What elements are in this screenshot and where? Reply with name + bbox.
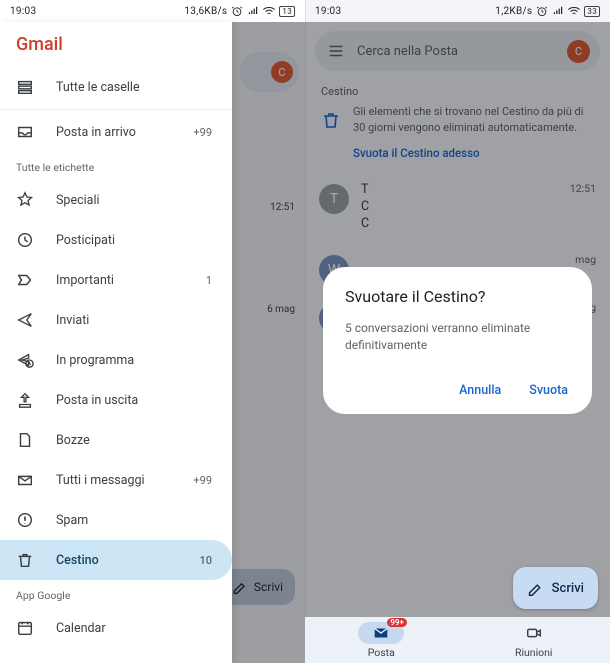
drawer-item-label: Posta in arrivo [56,125,171,140]
calendar-icon [16,619,34,637]
sent-icon [16,311,34,329]
status-net: 1,2KB/s [495,6,532,17]
wifi-icon [567,4,581,18]
bottom-nav: 99+ Posta Riunioni [305,617,610,663]
compose-button[interactable]: Scrivi [513,567,598,609]
drawer-item-count: 10 [199,554,216,567]
drawer-item-label: In programma [56,353,190,368]
star-icon [16,191,34,209]
drawer-item-label: Speciali [56,193,190,208]
stacked-icon [16,78,34,96]
drawer-section-apps: App Google [0,580,232,608]
nav-label: Posta [368,646,395,659]
nav-meet[interactable]: Riunioni [458,617,610,663]
status-bar: 19:03 1,2KB/s 33 [305,0,610,22]
left-scrim[interactable] [232,22,305,663]
divider [0,109,232,110]
status-battery: 33 [584,6,600,17]
drawer-item-count: +99 [193,126,216,139]
drawer-item-outbox[interactable]: Posta in uscita [0,380,232,420]
nav-label: Riunioni [515,646,553,659]
drawer-item-clock[interactable]: Posticipati [0,220,232,260]
drawer-calendar[interactable]: Calendar [0,608,232,648]
drawer-item-label: Spam [56,513,190,528]
drawer-item-label: Cestino [56,553,177,568]
outbox-icon [16,391,34,409]
nav-mail[interactable]: 99+ Posta [305,617,458,663]
drawer-item-label: Posta in uscita [56,393,190,408]
inbox-icon [16,123,34,141]
status-time: 19:03 [315,6,341,17]
dialog-body: 5 conversazioni verranno eliminate defin… [345,320,570,355]
alarm-icon [535,4,549,18]
drawer-item-label: Posticipati [56,233,190,248]
status-battery: 13 [279,6,295,17]
drawer-item-label: Bozze [56,433,190,448]
brand-logo: Gmail [0,22,232,67]
nav-drawer: Gmail Tutte le caselle Posta in arrivo +… [0,22,232,663]
confirm-dialog: Svuotare il Cestino? 5 conversazioni ver… [323,267,592,414]
important-icon [16,271,34,289]
status-net: 13,6KB/s [184,6,227,17]
drawer-item-label: Calendar [56,621,216,636]
video-icon [511,622,557,644]
drawer-item-trash[interactable]: Cestino 10 [0,540,232,580]
spam-icon [16,511,34,529]
status-time: 19:03 [10,6,36,17]
clock-icon [16,231,34,249]
alarm-icon [230,4,244,18]
drawer-item-label: Tutti i messaggi [56,473,171,488]
drawer-item-allmail[interactable]: Tutti i messaggi +99 [0,460,232,500]
schedule-icon [16,351,34,369]
drawer-item-sent[interactable]: Inviati [0,300,232,340]
wifi-icon [262,4,276,18]
drawer-item-spam[interactable]: Spam [0,500,232,540]
drawer-item-schedule[interactable]: In programma [0,340,232,380]
status-bar: 19:03 13,6KB/s 13 [0,0,305,22]
drawer-section-labels: Tutte le etichette [0,152,232,180]
drawer-all-inboxes[interactable]: Tutte le caselle [0,67,232,107]
dialog-title: Svuotare il Cestino? [345,287,570,306]
trash-icon [16,551,34,569]
drawer-item-important[interactable]: Importanti 1 [0,260,232,300]
drawer-item-label: Importanti [56,273,184,288]
dialog-confirm-button[interactable]: Svuota [527,379,570,402]
drawer-inbox[interactable]: Posta in arrivo +99 [0,112,232,152]
drawer-item-draft[interactable]: Bozze [0,420,232,460]
dialog-cancel-button[interactable]: Annulla [457,379,503,402]
drawer-item-count: 1 [206,274,216,287]
signal-icon [552,5,564,17]
drawer-item-label: Inviati [56,313,190,328]
draft-icon [16,431,34,449]
compose-label: Scrivi [552,581,584,596]
drawer-item-label: Tutte le caselle [56,80,216,95]
mail-badge: 99+ [387,618,407,627]
pencil-icon [527,580,544,597]
drawer-item-count: +99 [193,474,216,487]
signal-icon [247,5,259,17]
drawer-item-star[interactable]: Speciali [0,180,232,220]
allmail-icon [16,471,34,489]
